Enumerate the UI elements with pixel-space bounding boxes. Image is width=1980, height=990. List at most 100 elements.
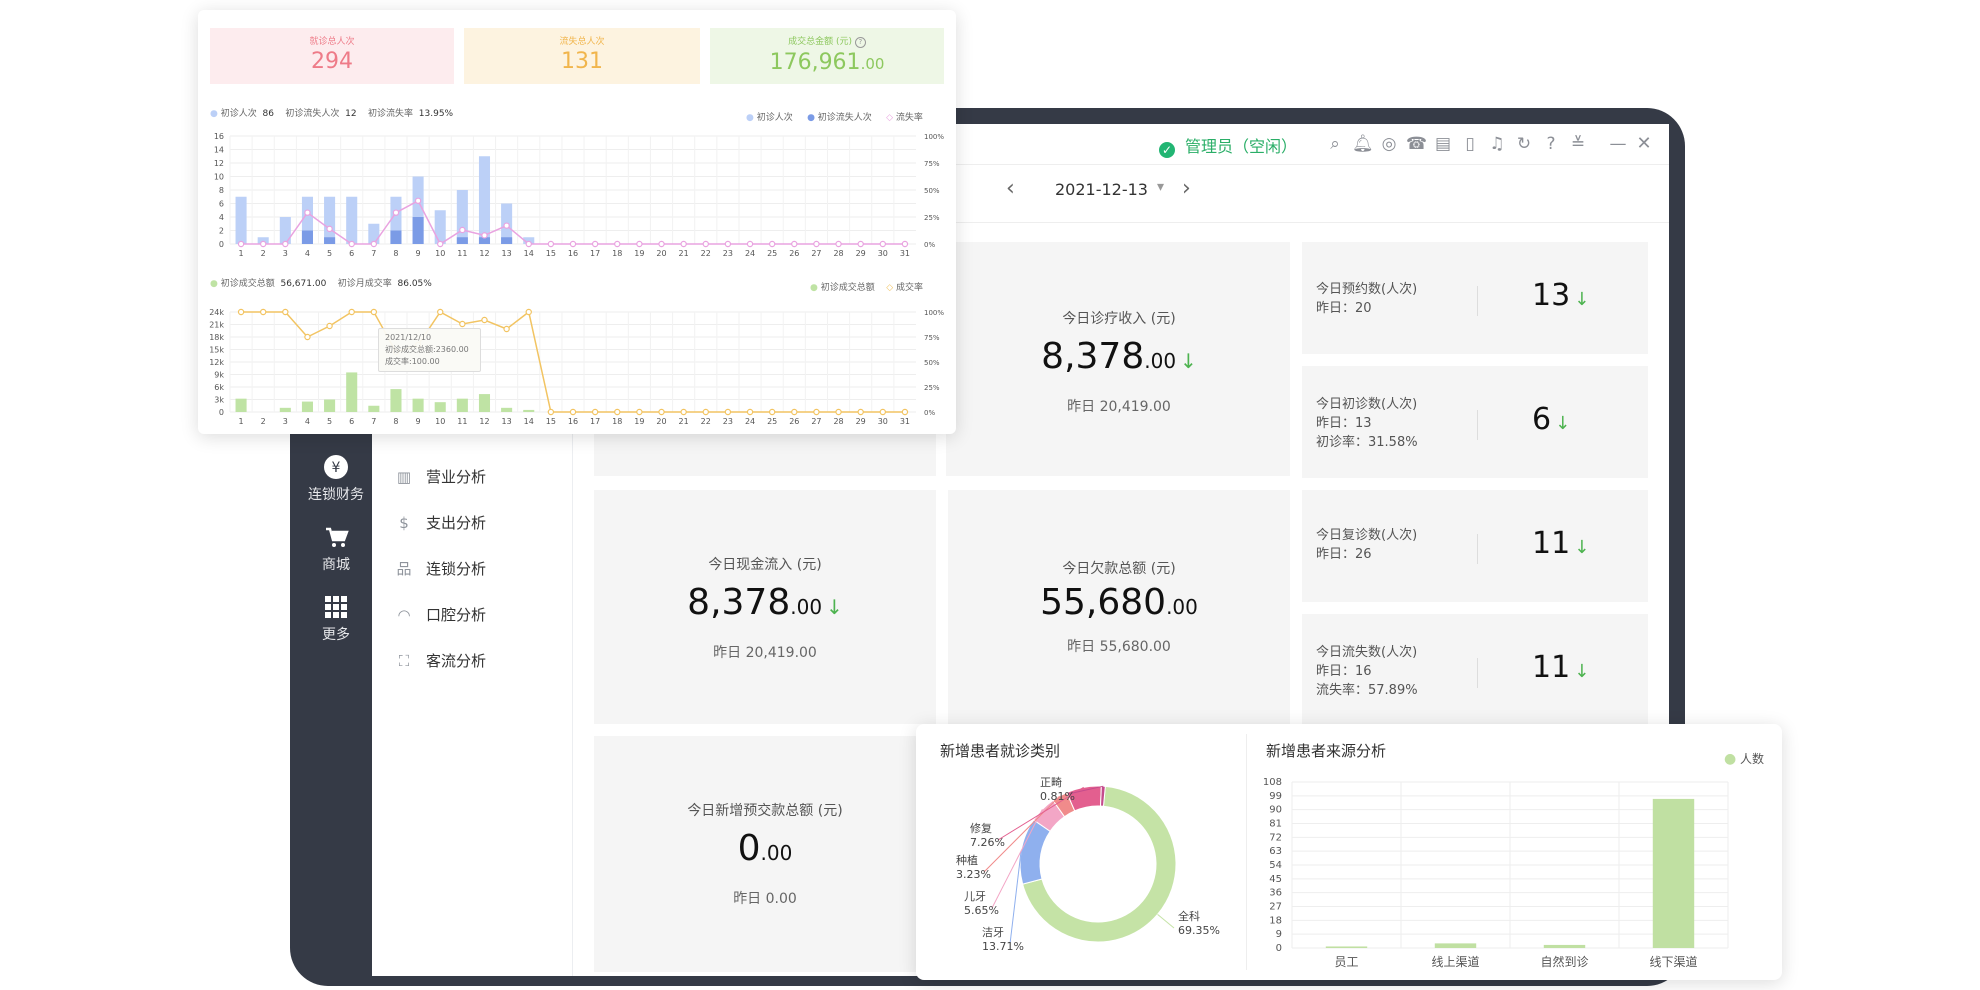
tablet-icon[interactable]: ▯ xyxy=(1460,134,1480,154)
line-point xyxy=(614,240,621,248)
calculator-icon[interactable]: ▤ xyxy=(1433,134,1453,154)
date-next-button[interactable]: › xyxy=(1182,176,1191,201)
support-icon[interactable]: ◎ xyxy=(1379,134,1399,154)
source-bar-chart: 0 9 18 27 36 45 54 63 72 81 90 99 108 员工 线上渠道 自然到诊 线下渠道 xyxy=(1263,777,1729,969)
visit-category-pie: 全科69.35% 洁牙13.71% 儿牙5.65% 种植3.23% 修复7.26% 正畸0… xyxy=(956,775,1220,953)
x-tick-label: 12 xyxy=(479,249,489,258)
submenu-item-customer-flow[interactable]: ⛶ 客流分析 xyxy=(394,650,486,671)
phone-icon[interactable]: ☎ xyxy=(1406,134,1427,154)
card-value: 55,680.00 xyxy=(1040,582,1198,623)
x-tick-label: 19 xyxy=(634,249,644,258)
card-yesterday: 昨日 55,680.00 xyxy=(1067,639,1171,655)
divider xyxy=(1477,286,1478,316)
sidebar-item-chain-finance[interactable]: ¥ 连锁财务 xyxy=(290,454,382,504)
first-visit-chart: 02468101214160%25%50%75%100%1 2 3 4 5 6 7 8 9 10 1… xyxy=(214,132,945,258)
bar xyxy=(346,196,358,244)
line-point xyxy=(348,240,355,248)
chart2-summary: ● 初诊成交总额 56,671.00 初诊月成交率 86.05% xyxy=(210,279,432,289)
submenu-item-chain[interactable]: 品连锁分析 xyxy=(394,558,486,579)
x-tick-label: 27 xyxy=(811,417,821,426)
menu-collapse-icon[interactable]: ≚ xyxy=(1568,134,1588,154)
status-text: 管理员（空闲） xyxy=(1185,137,1298,156)
x-tick-label: 28 xyxy=(833,417,843,426)
sidebar-item-more[interactable]: 更多 xyxy=(290,594,382,644)
bar xyxy=(390,389,402,412)
close-button[interactable]: ✕ xyxy=(1634,134,1654,154)
card-value: 8,378.00 ↓ xyxy=(1041,336,1197,377)
minimize-button[interactable]: — xyxy=(1608,134,1628,154)
kpi-total-lost: 流失总人次 131 xyxy=(464,28,700,84)
line-point xyxy=(370,240,378,248)
x-tick-label: 29 xyxy=(856,417,866,426)
x-tick-label: 3 xyxy=(283,249,288,258)
line-point xyxy=(835,408,842,416)
help-icon[interactable]: ? xyxy=(854,37,866,48)
search-icon[interactable]: ⌕ xyxy=(1325,134,1345,154)
x-tick-label: 1 xyxy=(239,249,244,258)
y-tick-label: 72 xyxy=(1269,832,1282,843)
stat-card-prepay[interactable]: 今日新增预交款总额 (元) 0.00 昨日 0.00 xyxy=(594,736,936,972)
chain-org-icon: 品 xyxy=(396,560,412,578)
y2-tick-label: 50% xyxy=(924,187,940,195)
x-tick-label: 5 xyxy=(327,249,332,258)
bar xyxy=(501,237,513,244)
y2-tick-label: 50% xyxy=(924,359,940,367)
card-value: 11 ↓ xyxy=(1532,650,1590,685)
date-picker[interactable]: 2021-12-13 xyxy=(1055,180,1148,199)
x-tick-label: 21 xyxy=(679,417,689,426)
submenu-item-expense[interactable]: $ 支出分析 xyxy=(394,512,486,533)
x-tick-label: 20 xyxy=(656,417,666,426)
bar xyxy=(478,394,491,412)
bar xyxy=(235,196,247,244)
bar xyxy=(301,230,313,244)
bar xyxy=(324,196,336,244)
help-icon[interactable]: ? xyxy=(1541,134,1561,154)
arrow-down-icon: ↓ xyxy=(826,595,843,619)
stat-card-first-visits[interactable]: 今日初诊数(人次) 昨日：13 初诊率：31.58% 6 ↓ xyxy=(1302,366,1648,478)
refresh-icon[interactable]: ↻ xyxy=(1514,134,1534,154)
stat-card-return-visits[interactable]: 今日复诊数(人次) 昨日：26 11 ↓ xyxy=(1302,490,1648,602)
x-tick-label: 18 xyxy=(612,417,622,426)
x-tick-label: 21 xyxy=(679,249,689,258)
x-tick-label: 7 xyxy=(371,249,376,258)
bar xyxy=(1652,798,1695,948)
analysis-submenu: ▥ 营业分析 $ 支出分析 品连锁分析 ◠ 口腔分析 ⛶ 客流分析 xyxy=(372,420,573,976)
stat-card-debt[interactable]: 今日欠款总额 (元) 55,680.00 昨日 55,680.00 xyxy=(948,490,1290,724)
bar xyxy=(1325,946,1368,948)
stat-card-cash-in[interactable]: 今日现金流入 (元) 8,378.00 ↓ 昨日 20,419.00 xyxy=(594,490,936,724)
bell-icon[interactable]: 🔔︎ xyxy=(1352,134,1374,154)
y-tick-label: 9 xyxy=(1276,929,1282,940)
x-tick-label: 自然到诊 xyxy=(1540,954,1588,969)
line-point xyxy=(414,197,422,205)
x-tick-label: 24 xyxy=(745,249,755,258)
card-label: 今日欠款总额 (元) xyxy=(1062,561,1176,577)
x-tick-label: 4 xyxy=(305,417,310,426)
line-point xyxy=(636,240,643,248)
submenu-item-business[interactable]: ▥ 营业分析 xyxy=(394,466,486,487)
x-tick-label: 23 xyxy=(723,249,733,258)
x-tick-label: 7 xyxy=(371,417,376,426)
y-tick-label: 8 xyxy=(219,186,224,195)
submenu-item-oral[interactable]: ◠ 口腔分析 xyxy=(394,604,486,625)
stat-card-income[interactable]: 今日诊疗收入 (元) 8,378.00 ↓ 昨日 20,419.00 xyxy=(948,242,1290,476)
stat-card-lost[interactable]: 今日流失数(人次) 昨日：16 流失率：57.89% 11 ↓ xyxy=(1302,614,1648,726)
card-value: 11 ↓ xyxy=(1532,526,1590,561)
user-status[interactable]: ✓ 管理员（空闲） xyxy=(1159,133,1297,158)
pie-label-name: 种植 xyxy=(956,853,978,867)
bar xyxy=(456,190,468,244)
chart1-legend: ● 初诊人次 ● 初诊流失人次 ◇ 流失率 xyxy=(746,113,923,123)
y-tick-label: 36 xyxy=(1269,888,1282,899)
divider xyxy=(1477,658,1478,688)
x-tick-label: 26 xyxy=(789,249,799,258)
pie-label-name: 正畸 xyxy=(1040,775,1062,789)
sidebar-item-mall[interactable]: 商城 xyxy=(290,524,382,574)
notification-icon[interactable]: ♫ xyxy=(1487,134,1507,154)
date-prev-button[interactable]: ‹ xyxy=(1006,176,1015,201)
y-tick-label: 2 xyxy=(219,227,224,236)
line-point xyxy=(768,240,776,248)
chevron-down-icon[interactable]: ▾ xyxy=(1157,179,1164,195)
sidebar-item-label: 商城 xyxy=(322,557,350,573)
stat-card-appointments[interactable]: 今日预约数(人次) 昨日：20 13 ↓ xyxy=(1302,242,1648,354)
divider xyxy=(1477,534,1478,564)
line-point xyxy=(702,240,709,248)
